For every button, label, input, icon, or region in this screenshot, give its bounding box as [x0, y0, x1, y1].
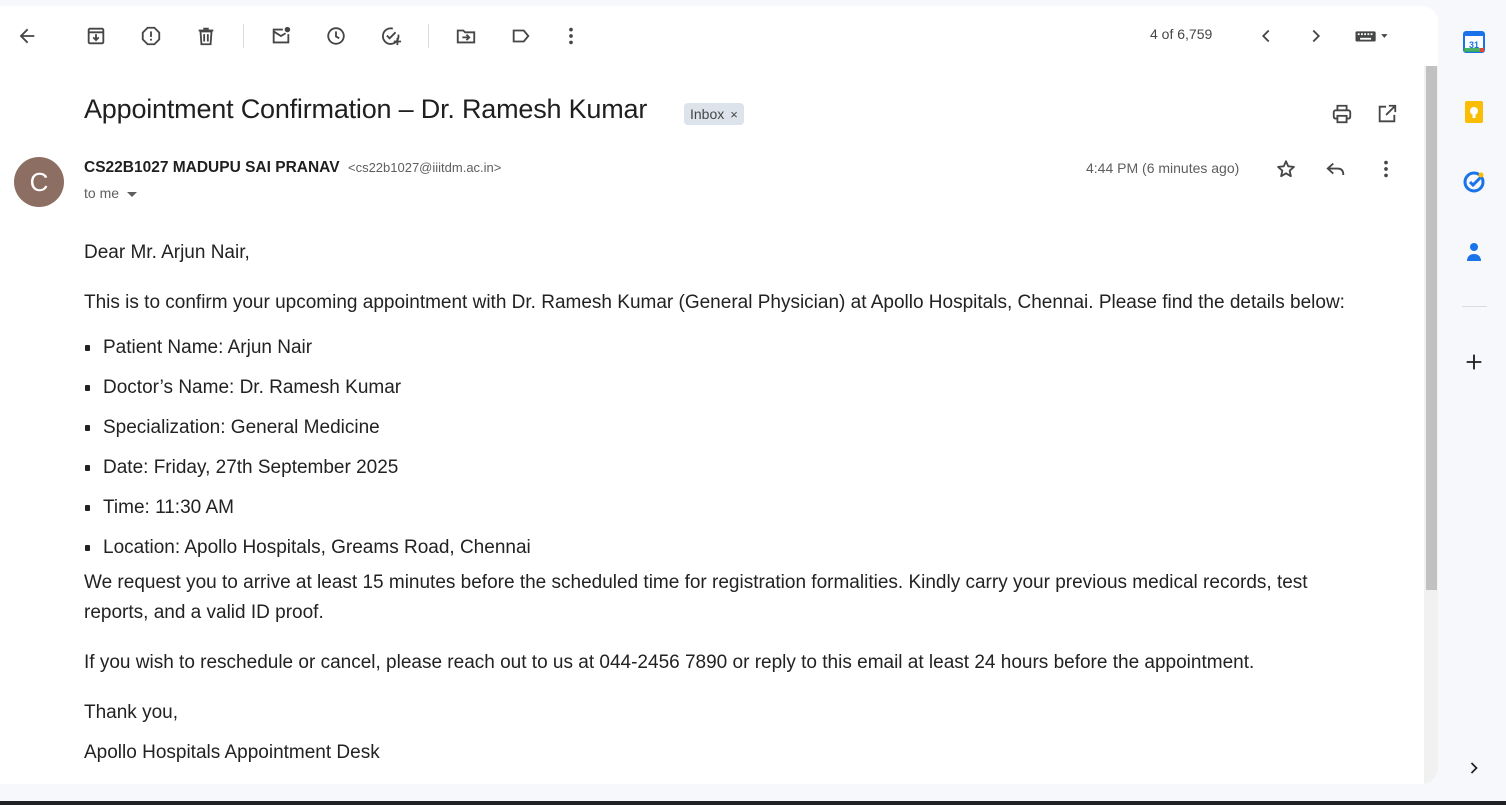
- open-in-new-window-icon[interactable]: [1369, 96, 1405, 132]
- reschedule-paragraph: If you wish to reschedule or cancel, ple…: [84, 652, 1255, 673]
- mark-unread-icon[interactable]: [263, 18, 299, 54]
- appointment-details-list: Patient Name: Arjun Nair Doctor’s Name: …: [84, 328, 1374, 568]
- calendar-icon[interactable]: 31: [1459, 27, 1489, 57]
- keep-icon[interactable]: [1459, 97, 1489, 127]
- tasks-icon[interactable]: [1459, 167, 1489, 197]
- toolbar-divider: [243, 24, 244, 48]
- email-subject: Appointment Confirmation – Dr. Ramesh Ku…: [84, 94, 648, 124]
- scrollbar-thumb[interactable]: [1426, 66, 1437, 590]
- next-icon[interactable]: [1298, 18, 1334, 54]
- sender-email: <cs22b1027@iiitdm.ac.in>: [347, 160, 502, 175]
- report-spam-icon[interactable]: [133, 18, 169, 54]
- chevron-down-icon: [127, 191, 138, 197]
- request-paragraph: We request you to arrive at least 15 min…: [84, 572, 1308, 623]
- remove-label-icon[interactable]: ×: [730, 107, 738, 122]
- print-icon[interactable]: [1324, 96, 1360, 132]
- toolbar-divider: [428, 24, 429, 48]
- label-icon[interactable]: [503, 18, 539, 54]
- intro-paragraph: This is to confirm your upcoming appoint…: [84, 292, 1345, 313]
- message-counter: 4 of 6,759: [1150, 26, 1213, 42]
- list-item: Doctor’s Name: Dr. Ramesh Kumar: [84, 368, 1374, 408]
- greeting: Dear Mr. Arjun Nair,: [84, 242, 250, 263]
- email-timestamp: 4:44 PM (6 minutes ago): [1086, 160, 1240, 176]
- list-item: Patient Name: Arjun Nair: [84, 328, 1374, 368]
- email-view-panel: 4 of 6,759 Appointment Confirmation – Dr…: [0, 6, 1438, 784]
- inbox-label-chip[interactable]: Inbox ×: [684, 103, 744, 125]
- move-to-icon[interactable]: [448, 18, 484, 54]
- side-panel-divider: [1462, 306, 1487, 307]
- contacts-icon[interactable]: [1459, 237, 1489, 267]
- recipient-label: to me: [84, 185, 120, 201]
- keyboard-icon[interactable]: [1346, 18, 1398, 54]
- delete-icon[interactable]: [188, 18, 224, 54]
- inbox-label-text: Inbox: [690, 106, 725, 122]
- list-item: Specialization: General Medicine: [84, 408, 1374, 448]
- recipient-details-toggle[interactable]: to me: [84, 185, 138, 201]
- snooze-icon[interactable]: [318, 18, 354, 54]
- back-icon[interactable]: [9, 18, 45, 54]
- window-bottom-edge: [0, 801, 1506, 805]
- expand-panel-icon[interactable]: [1459, 753, 1489, 783]
- prev-icon[interactable]: [1248, 18, 1284, 54]
- email-body: Dear Mr. Arjun Nair, This is to confirm …: [84, 238, 1374, 768]
- closing-line: Thank you,: [84, 702, 178, 723]
- reply-icon[interactable]: [1318, 151, 1354, 187]
- avatar[interactable]: C: [14, 157, 64, 207]
- archive-icon[interactable]: [78, 18, 114, 54]
- list-item: Time: 11:30 AM: [84, 488, 1374, 528]
- more-options-icon[interactable]: [1368, 151, 1404, 187]
- list-item: Date: Friday, 27th September 2025: [84, 448, 1374, 488]
- star-icon[interactable]: [1268, 151, 1304, 187]
- list-item: Location: Apollo Hospitals, Greams Road,…: [84, 528, 1374, 568]
- sender-info: CS22B1027 MADUPU SAI PRANAV <cs22b1027@i…: [84, 159, 501, 177]
- add-to-tasks-icon[interactable]: [373, 18, 409, 54]
- add-addon-icon[interactable]: [1459, 347, 1489, 377]
- signature-line: Apollo Hospitals Appointment Desk: [84, 742, 380, 763]
- sender-name[interactable]: CS22B1027 MADUPU SAI PRANAV: [84, 159, 340, 176]
- more-vert-icon[interactable]: [553, 18, 589, 54]
